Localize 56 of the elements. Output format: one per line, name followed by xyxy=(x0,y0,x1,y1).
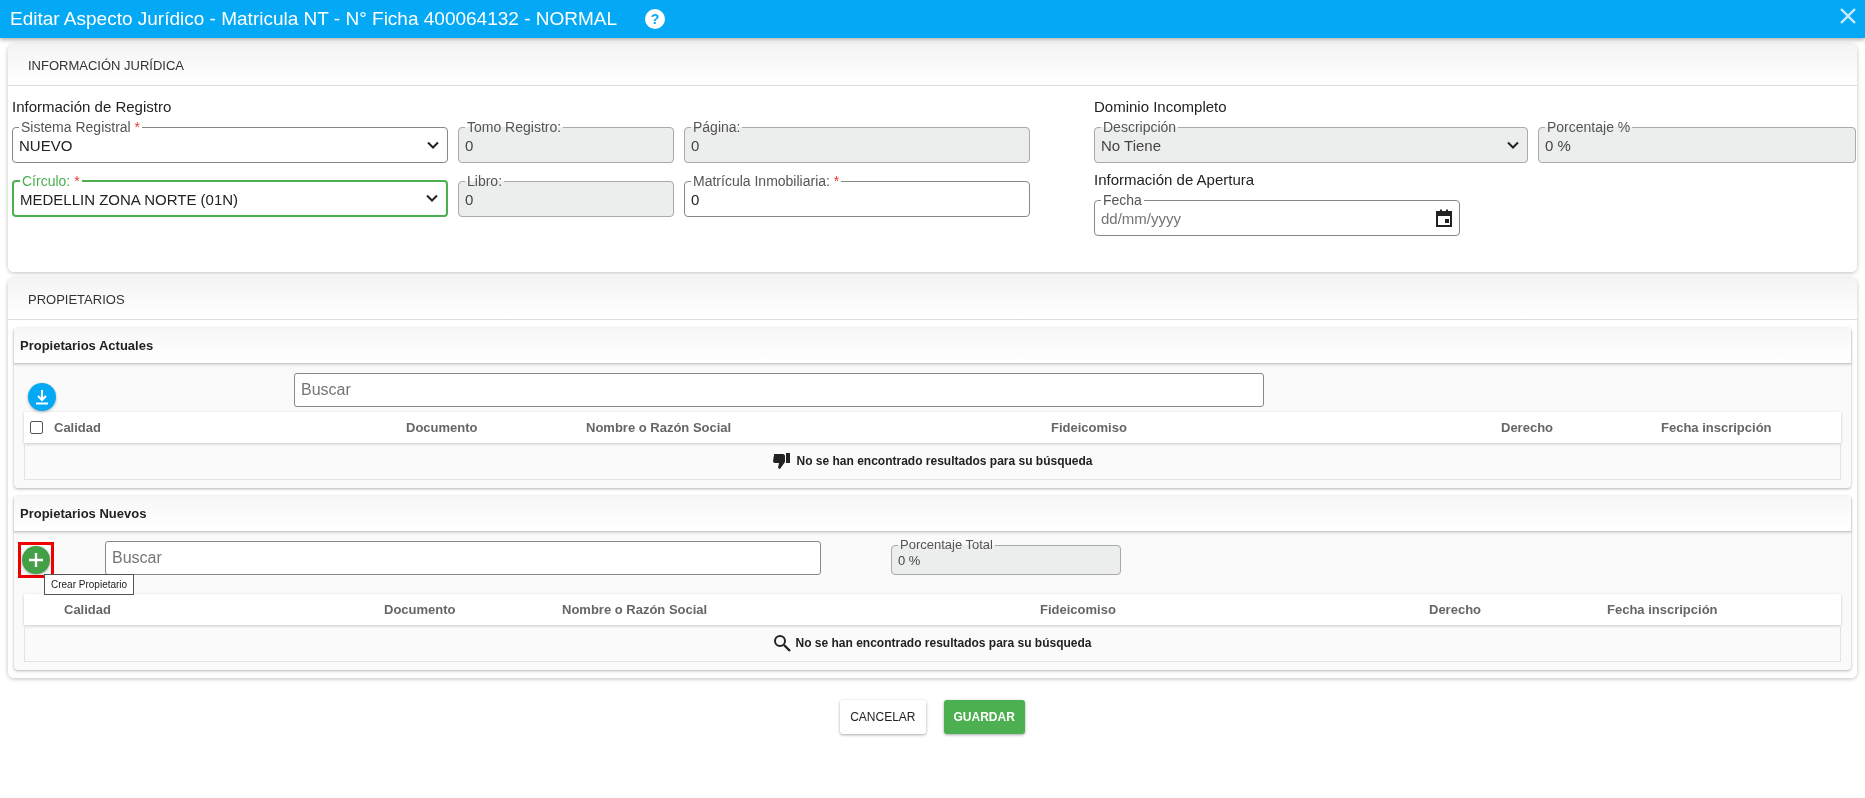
field-label: Fecha xyxy=(1102,194,1143,206)
search-field[interactable]: Buscar xyxy=(105,541,821,575)
tooltip: Crear Propietario xyxy=(44,574,135,595)
field-value: 0 % xyxy=(898,553,922,568)
empty-message: No se han encontrado resultados para su búsqueda xyxy=(795,636,1092,650)
column-header[interactable]: Calidad xyxy=(64,602,111,617)
input-field[interactable]: Matrícula Inmobiliaria: * 0 xyxy=(684,175,1030,217)
date-input[interactable]: dd/mm/yyyy xyxy=(1101,210,1435,227)
input-field[interactable]: Porcentaje Total 0 % xyxy=(891,539,1121,575)
date-field[interactable]: Fecha dd/mm/yyyy xyxy=(1094,194,1460,236)
thumbs-down-icon xyxy=(772,452,793,470)
column-header[interactable]: Fideicomiso xyxy=(1051,420,1127,435)
column-header[interactable]: Documento xyxy=(384,602,456,617)
download-button[interactable] xyxy=(28,383,56,411)
search-icon xyxy=(773,634,792,652)
field-value: 0 xyxy=(691,191,701,208)
field-label: Descripción xyxy=(1102,121,1178,133)
window-title: Editar Aspecto Jurídico - Matricula NT - N° Ficha 400064132 - NORMAL xyxy=(10,8,618,30)
column-header[interactable]: Calidad xyxy=(54,420,101,435)
card-title: Propietarios Nuevos xyxy=(14,496,1851,532)
panel-title: PROPIETARIOS xyxy=(27,292,125,307)
select-field[interactable]: Círculo: * MEDELLIN ZONA NORTE (01N) xyxy=(12,175,448,217)
column-header[interactable]: Derecho xyxy=(1501,420,1554,435)
field-label: Círculo: * xyxy=(21,175,81,187)
column-header[interactable]: Nombre o Razón Social xyxy=(586,420,732,435)
search-field[interactable]: Buscar xyxy=(294,373,1264,407)
section-heading: Información de Registro xyxy=(12,98,173,115)
field-label: Porcentaje % xyxy=(1546,121,1632,133)
field-value: 0 xyxy=(465,137,475,154)
panel-title: INFORMACIÓN JURÍDICA xyxy=(27,58,184,73)
select-all-checkbox[interactable] xyxy=(30,421,43,434)
field-value: 0 xyxy=(465,191,475,208)
column-header[interactable]: Fecha inscripción xyxy=(1661,420,1772,435)
column-header[interactable]: Fideicomiso xyxy=(1040,602,1116,617)
plus-icon xyxy=(29,553,43,567)
field-label: Porcentaje Total xyxy=(899,539,994,551)
column-header[interactable]: Nombre o Razón Social xyxy=(562,602,708,617)
column-header[interactable]: Fecha inscripción xyxy=(1607,602,1718,617)
field-value: 0 xyxy=(691,137,701,154)
field-label: Sistema Registral * xyxy=(20,121,142,133)
field-label: Matrícula Inmobiliaria: * xyxy=(692,175,841,187)
empty-message: No se han encontrado resultados para su búsqueda xyxy=(796,454,1093,468)
cancel-button[interactable]: CANCELAR xyxy=(840,700,926,734)
section-heading: Información de Apertura xyxy=(1094,171,1256,188)
download-icon xyxy=(35,389,49,405)
select-field[interactable]: Sistema Registral * NUEVO xyxy=(12,121,448,163)
calendar-icon[interactable] xyxy=(1435,208,1453,227)
column-header[interactable]: Derecho xyxy=(1429,602,1482,617)
field-label: Página: xyxy=(692,121,742,133)
field-value: 0 % xyxy=(1545,137,1572,154)
column-header[interactable]: Documento xyxy=(406,420,478,435)
close-icon[interactable] xyxy=(1839,7,1857,25)
card-title: Propietarios Actuales xyxy=(14,328,1851,364)
field-label: Libro: xyxy=(466,175,504,187)
field-label: Tomo Registro: xyxy=(466,121,563,133)
section-heading: Dominio Incompleto xyxy=(1094,98,1228,115)
